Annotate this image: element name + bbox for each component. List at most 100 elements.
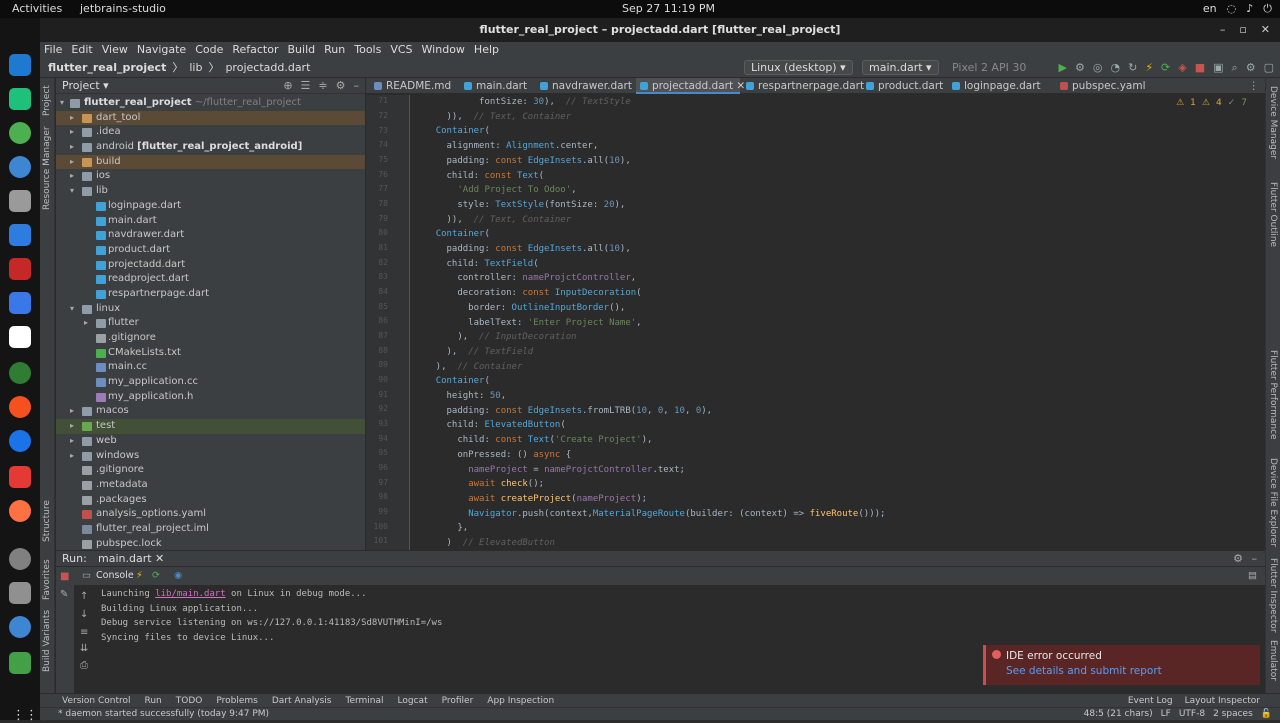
close-icon[interactable]: ✕ <box>1261 18 1270 42</box>
tool-app-inspection[interactable]: App Inspection <box>487 694 554 708</box>
tool-dart-analysis[interactable]: Dart Analysis <box>272 694 332 708</box>
scroll-down-icon[interactable]: ↓ <box>80 609 88 620</box>
tool-run[interactable]: Run <box>145 694 162 708</box>
chrome-icon[interactable] <box>9 122 31 144</box>
breadcrumb-project[interactable]: flutter_real_project <box>48 58 166 78</box>
menu-build[interactable]: Build <box>288 42 316 58</box>
system-settings-icon[interactable] <box>9 582 31 604</box>
android-studio-running-icon[interactable] <box>9 616 31 638</box>
coverage-icon[interactable]: ◎ <box>1093 58 1103 78</box>
pin-icon[interactable]: ✎ <box>60 589 68 600</box>
menu-run[interactable]: Run <box>324 42 345 58</box>
chevron-right-icon[interactable]: ▸ <box>70 404 78 419</box>
chevron-right-icon[interactable]: ▸ <box>70 155 78 170</box>
tree-item-macos[interactable]: ▸ macos <box>56 404 365 419</box>
console-tab[interactable]: Console <box>96 567 134 585</box>
lock-icon[interactable]: 🔓 <box>1261 708 1272 721</box>
files-icon[interactable] <box>9 190 31 212</box>
tab-menu-icon[interactable]: ⋮ <box>1249 78 1260 94</box>
window-icon[interactable] <box>9 326 31 348</box>
code-line[interactable]: padding: const EdgeInsets.all(10), <box>414 154 631 169</box>
tree-item-build[interactable]: ▸ build <box>56 154 365 170</box>
chevron-right-icon[interactable]: ▸ <box>70 140 78 155</box>
chevron-right-icon[interactable]: ▸ <box>70 419 78 434</box>
print-icon[interactable]: ⎙ <box>80 660 88 671</box>
scroll-up-icon[interactable]: ↑ <box>80 591 88 602</box>
thunderbird-icon[interactable] <box>9 430 31 452</box>
code-line[interactable]: )), // Text, Container <box>414 213 572 228</box>
code-line[interactable]: onPressed: () async { <box>414 448 571 463</box>
code-line[interactable]: await createProject(nameProject); <box>414 492 647 507</box>
language-indicator[interactable]: en <box>1203 2 1217 16</box>
code-line[interactable]: Navigator.push(context,MaterialPageRoute… <box>414 507 885 522</box>
tree-item-flutter[interactable]: ▸ flutter <box>56 316 365 331</box>
inspection-widget[interactable]: ⚠ 1 ⚠ 4 ✓ 7 <box>1176 98 1247 108</box>
code-line[interactable]: border: OutlineInputBorder(), <box>414 301 625 316</box>
attach-icon[interactable]: ↻ <box>1128 58 1137 78</box>
tool-todo[interactable]: TODO <box>176 694 203 708</box>
tree-root[interactable]: ▾ flutter_real_project ~/flutter_real_pr… <box>56 96 365 111</box>
code-line[interactable]: ), // TextField <box>414 345 534 360</box>
debug-icon[interactable]: ⚙ <box>1075 58 1085 78</box>
side-tab-structure[interactable]: Structure <box>42 500 52 542</box>
tree-item-windows[interactable]: ▸ windows <box>56 449 365 464</box>
tool-version-control[interactable]: Version Control <box>62 694 131 708</box>
hide-panel-icon[interactable]: – <box>354 78 360 94</box>
settings-gear-icon[interactable]: ⚙ <box>1246 58 1256 78</box>
tree-item-loginpage[interactable]: loginpage.dart <box>56 199 365 214</box>
scroll-to-end-icon[interactable]: ⇊ <box>80 643 88 654</box>
search-icon[interactable]: ⌕ <box>1232 58 1238 78</box>
tab-readme[interactable]: README.md <box>370 78 460 94</box>
tree-item-main[interactable]: main.dart <box>56 214 365 229</box>
hide-run-panel-icon[interactable]: – <box>1252 551 1258 567</box>
code-line[interactable]: child: ElevatedButton( <box>414 418 566 433</box>
chevron-down-icon[interactable]: ▾ <box>60 96 68 111</box>
hot-reload-icon[interactable]: ⚡ <box>1145 58 1153 78</box>
menu-edit[interactable]: Edit <box>71 42 92 58</box>
code-line[interactable]: child: const Text('Create Project'), <box>414 433 652 448</box>
tree-item-lib[interactable]: ▾ lib <box>56 184 365 199</box>
side-tab-flutter-performance[interactable]: Flutter Performance <box>1268 350 1278 440</box>
collapse-all-icon[interactable]: ≑ <box>318 78 327 94</box>
tree-item-projectadd[interactable]: projectadd.dart <box>56 258 365 273</box>
activities-button[interactable]: Activities <box>12 2 62 15</box>
run-config-selector[interactable]: main.dart ▾ <box>862 60 939 75</box>
filezilla-icon[interactable] <box>9 258 31 280</box>
locate-file-icon[interactable]: ⊕ <box>283 78 292 94</box>
chevron-right-icon[interactable]: ▸ <box>84 316 92 331</box>
tree-item-android[interactable]: ▸ android [flutter_real_project_android] <box>56 140 365 155</box>
status-message[interactable]: * daemon started successfully (today 9:4… <box>58 708 269 721</box>
caret-position[interactable]: 48:5 (21 chars) <box>1084 708 1153 721</box>
breadcrumb-dir[interactable]: lib <box>189 58 202 78</box>
active-app-name[interactable]: jetbrains-studio <box>80 2 166 15</box>
code-line[interactable]: Container( <box>414 227 490 242</box>
code-line[interactable]: Container( <box>414 374 490 389</box>
chevron-right-icon[interactable]: ▸ <box>70 434 78 449</box>
code-line[interactable]: alignment: Alignment.center, <box>414 139 599 154</box>
code-line[interactable]: fontSize: 30), // TextStyle <box>414 95 631 110</box>
code-line[interactable]: nameProject = nameProjctController.text; <box>414 463 685 478</box>
indent-setting[interactable]: 2 spaces <box>1213 708 1253 721</box>
code-line[interactable]: await check(); <box>414 477 544 492</box>
expand-all-icon[interactable]: ☰ <box>301 78 311 94</box>
tree-item-root-gitignore[interactable]: .gitignore <box>56 463 365 478</box>
tab-pubspec[interactable]: pubspec.yaml <box>1056 78 1156 94</box>
code-line[interactable]: 'Add Project To Odoo', <box>414 183 576 198</box>
android-studio-icon[interactable] <box>9 156 31 178</box>
code-line[interactable]: padding: const EdgeInsets.all(10), <box>414 242 631 257</box>
profile-icon[interactable]: ◔ <box>1110 58 1120 78</box>
side-tab-resource-manager[interactable]: Resource Manager <box>42 126 52 210</box>
chevron-right-icon[interactable]: ▸ <box>70 125 78 140</box>
device-selector[interactable]: Linux (desktop) ▾ <box>744 60 853 75</box>
chevron-right-icon[interactable]: ▸ <box>70 111 78 126</box>
tree-item-navdrawer[interactable]: navdrawer.dart <box>56 228 365 243</box>
code-line[interactable]: )), // Text, Container <box>414 110 572 125</box>
code-line[interactable]: padding: const EdgeInsets.fromLTRB(10, 0… <box>414 404 713 419</box>
menu-vcs[interactable]: VCS <box>390 42 412 58</box>
menu-file[interactable]: File <box>44 42 62 58</box>
code-line[interactable]: style: TextStyle(fontSize: 20), <box>414 198 625 213</box>
sdk-manager-icon[interactable]: ▣ <box>1213 58 1223 78</box>
tab-loginpage[interactable]: loginpage.dart <box>948 78 1048 94</box>
console-file-link[interactable]: lib/main.dart <box>155 589 225 599</box>
side-tab-emulator[interactable]: Emulator <box>1268 640 1278 681</box>
